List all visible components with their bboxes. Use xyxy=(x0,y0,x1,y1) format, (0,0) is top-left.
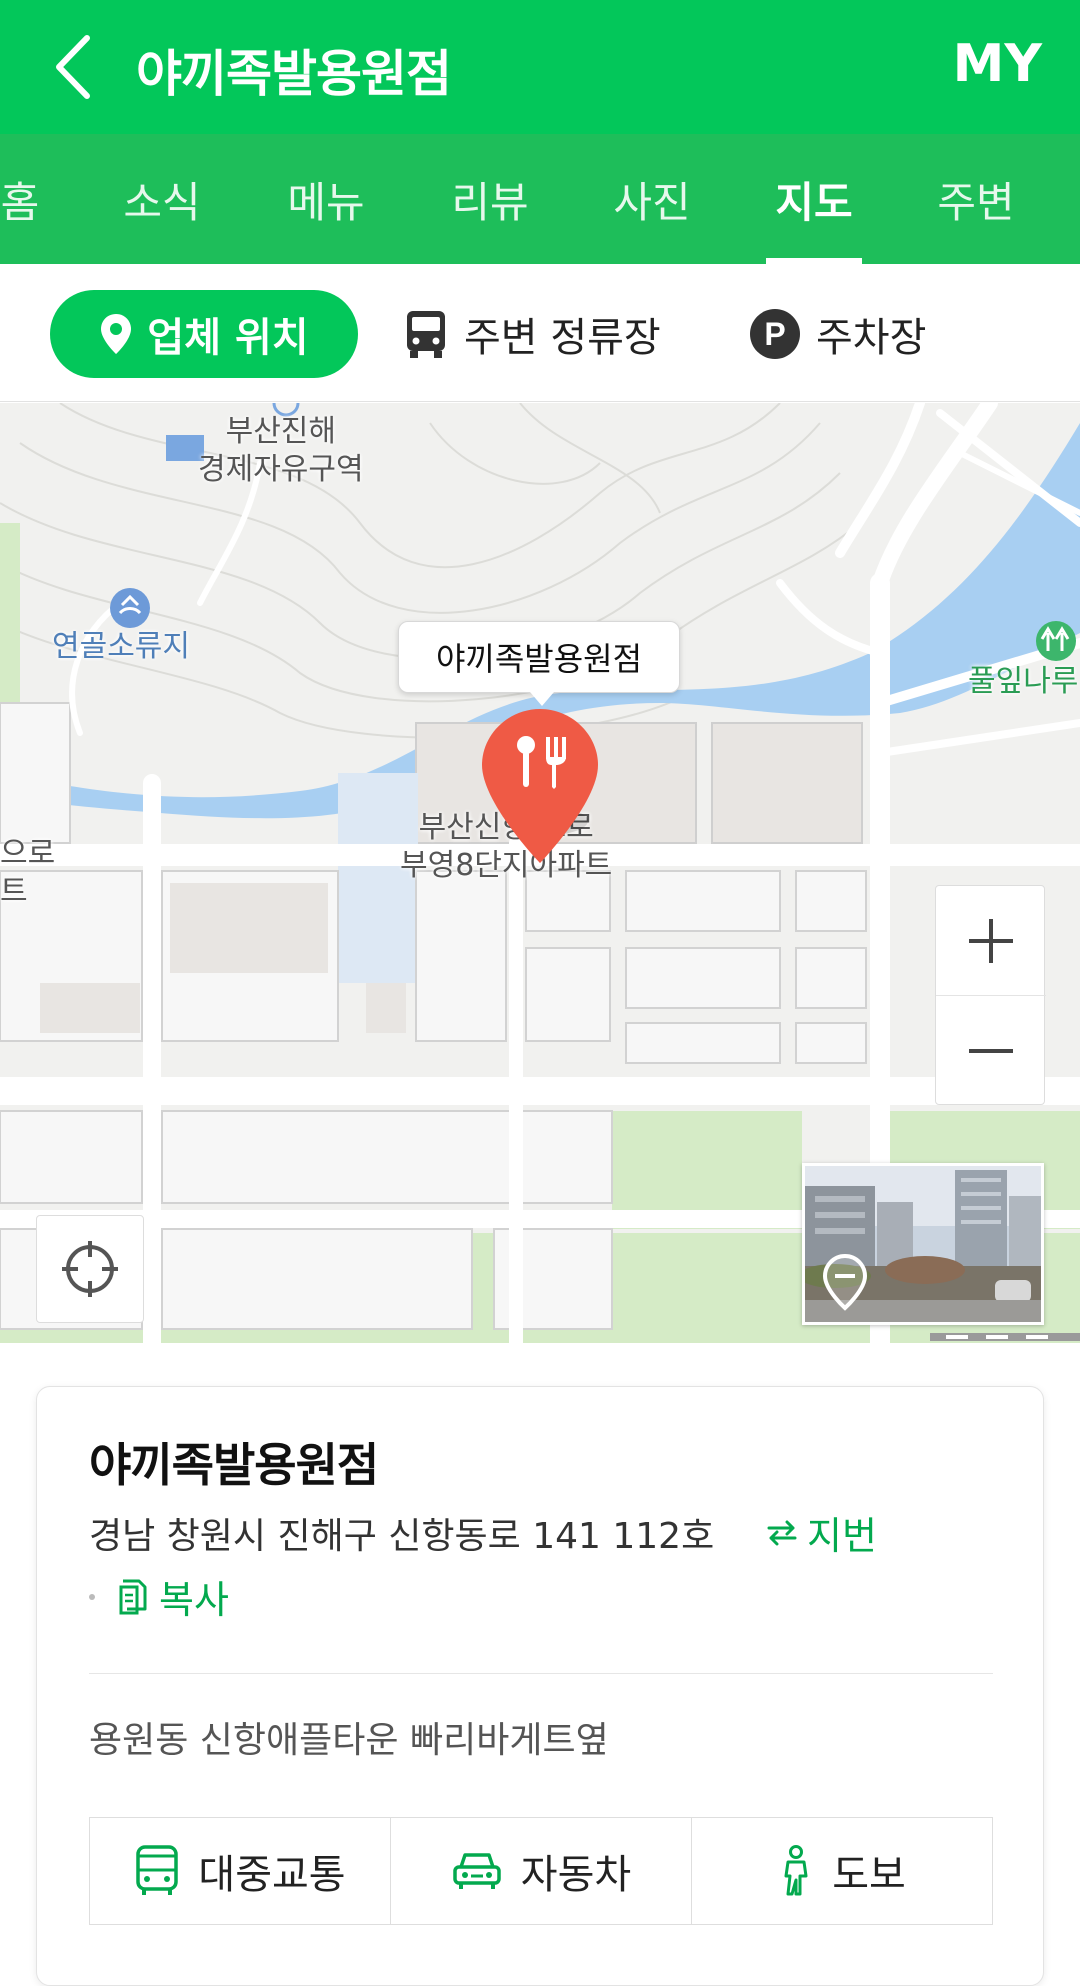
tab-nearby[interactable]: 주변 xyxy=(914,134,1038,264)
parking-chip[interactable]: P 주차장 xyxy=(750,290,926,378)
location-pin-icon xyxy=(101,314,132,354)
transport-label: 대중교통 xyxy=(198,1852,346,1898)
map-label-reservoir: 연골소류지 xyxy=(52,629,190,664)
copy-icon xyxy=(119,1579,147,1614)
card-divider xyxy=(89,1673,993,1674)
restaurant-pin-icon[interactable] xyxy=(470,703,610,873)
street-view-thumbnail[interactable] xyxy=(802,1163,1044,1325)
tab-reviews[interactable]: 리뷰 xyxy=(428,134,552,264)
jibun-label: 지번 xyxy=(807,1514,877,1558)
car-icon xyxy=(453,1853,501,1889)
map-filter-bar: 업체 위치 주변 정류장 P 주차장 xyxy=(0,264,1080,402)
business-location-chip[interactable]: 업체 위치 xyxy=(50,290,358,378)
bus-icon xyxy=(136,1845,179,1895)
chip-label: 주변 정류장 xyxy=(464,315,661,361)
tab-news[interactable]: 소식 xyxy=(100,134,224,264)
plus-icon xyxy=(969,919,1013,963)
chip-label: 주차장 xyxy=(816,315,927,361)
separator-dot xyxy=(89,1593,95,1600)
parking-icon: P xyxy=(750,309,800,359)
public-transit-button[interactable]: 대중교통 xyxy=(90,1818,391,1924)
transport-label: 도보 xyxy=(832,1852,906,1898)
place-callout[interactable]: 야끼족발용원점 xyxy=(398,621,680,693)
map-label-station: 부산진해 경제자유구역 xyxy=(198,414,364,487)
walk-route-button[interactable]: 도보 xyxy=(692,1818,992,1924)
back-button[interactable] xyxy=(38,30,108,104)
bus-icon xyxy=(407,311,445,358)
bus-stops-chip[interactable]: 주변 정류장 xyxy=(404,290,661,378)
copy-label: 복사 xyxy=(159,1578,229,1622)
tab-home[interactable]: 홈 xyxy=(0,134,70,264)
zoom-in-button[interactable] xyxy=(936,886,1046,996)
tab-photos[interactable]: 사진 xyxy=(590,134,714,264)
car-route-button[interactable]: 자동차 xyxy=(391,1818,692,1924)
crosshair-icon xyxy=(62,1241,118,1297)
map-label-park: 풀잎나루 xyxy=(968,664,1079,699)
chip-label: 업체 위치 xyxy=(147,315,309,361)
swap-arrows-icon xyxy=(767,1520,797,1545)
walk-icon xyxy=(784,1845,808,1896)
directions-hint: 용원동 신항애플타운 빠리바게트옆 xyxy=(89,1720,609,1761)
tab-menu[interactable]: 메뉴 xyxy=(264,134,388,264)
route-options: 대중교통 자동차 도보 xyxy=(89,1817,993,1925)
my-location-button[interactable] xyxy=(36,1215,144,1323)
transport-label: 자동차 xyxy=(520,1852,632,1898)
tab-map[interactable]: 지도 xyxy=(752,134,876,264)
copy-address-button[interactable]: 복사 xyxy=(89,1569,229,1624)
tab-bar: 홈 소식 메뉴 리뷰 사진 지도 주변 xyxy=(0,134,1080,264)
map-label-left-edge: 으로 트 xyxy=(0,836,56,909)
road-address: 경남 창원시 진해구 신항동로 141 112호 xyxy=(89,1516,715,1557)
page-title: 야끼족발용원점 xyxy=(136,45,452,103)
place-info-card: 야끼족발용원점 경남 창원시 진해구 신항동로 141 112호 지번 복사 용… xyxy=(36,1386,1044,1986)
zoom-out-button[interactable] xyxy=(936,996,1046,1106)
minus-icon xyxy=(969,1049,1013,1053)
map-view[interactable]: 부산진해 경제자유구역 연골소류지 풀잎나루 부산신항 으로 부영8단지아파트 으로… xyxy=(0,403,1080,1343)
my-button[interactable]: MY xyxy=(953,34,1042,94)
zoom-controls xyxy=(935,885,1046,1106)
street-view-image xyxy=(805,1166,1041,1322)
chevron-left-icon xyxy=(56,35,90,99)
place-name: 야끼족발용원점 xyxy=(89,1438,379,1492)
top-header: 야끼족발용원점 MY xyxy=(0,0,1080,134)
jibun-toggle-button[interactable]: 지번 xyxy=(765,1505,877,1560)
